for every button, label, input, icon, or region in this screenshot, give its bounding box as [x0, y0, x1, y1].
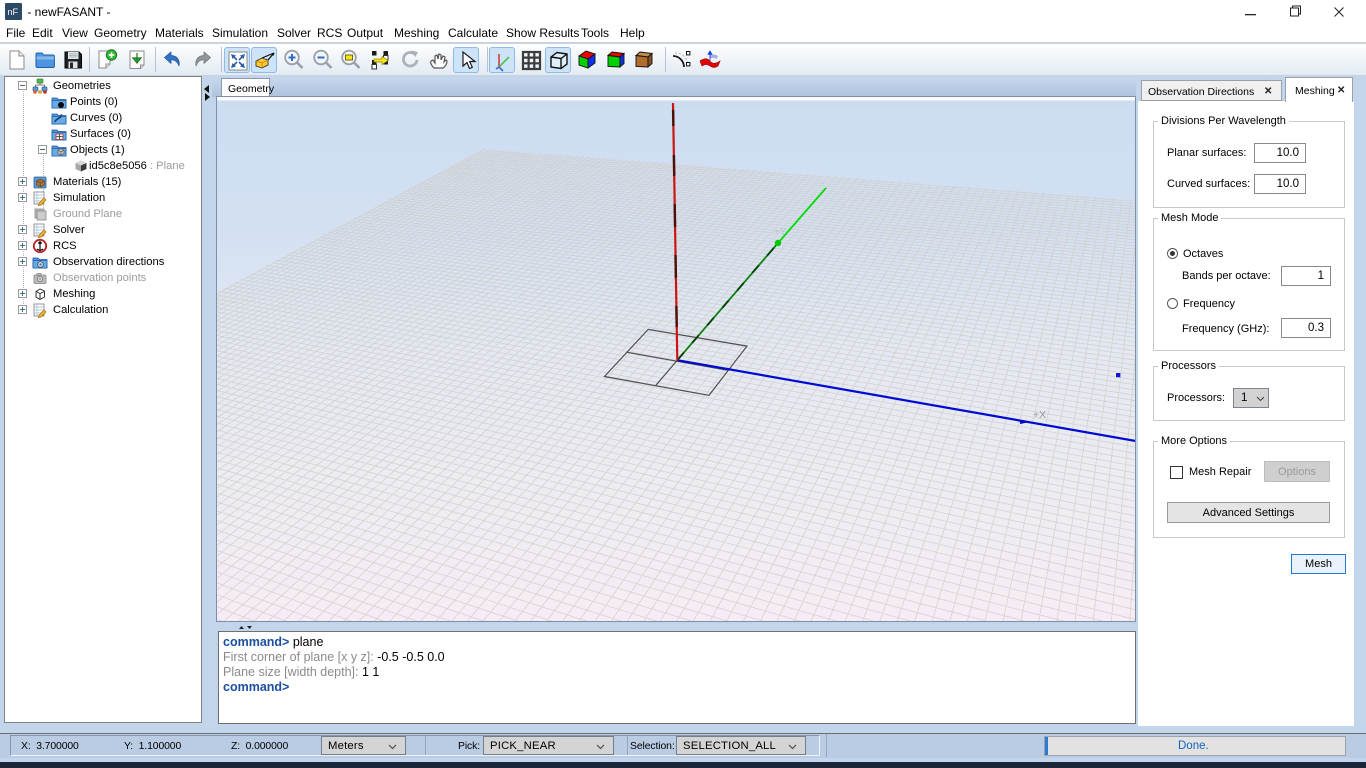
svg-text:+X: +X [1033, 409, 1046, 421]
svg-text:nF: nF [8, 7, 19, 17]
svg-text:+Y: +Y [774, 227, 787, 238]
